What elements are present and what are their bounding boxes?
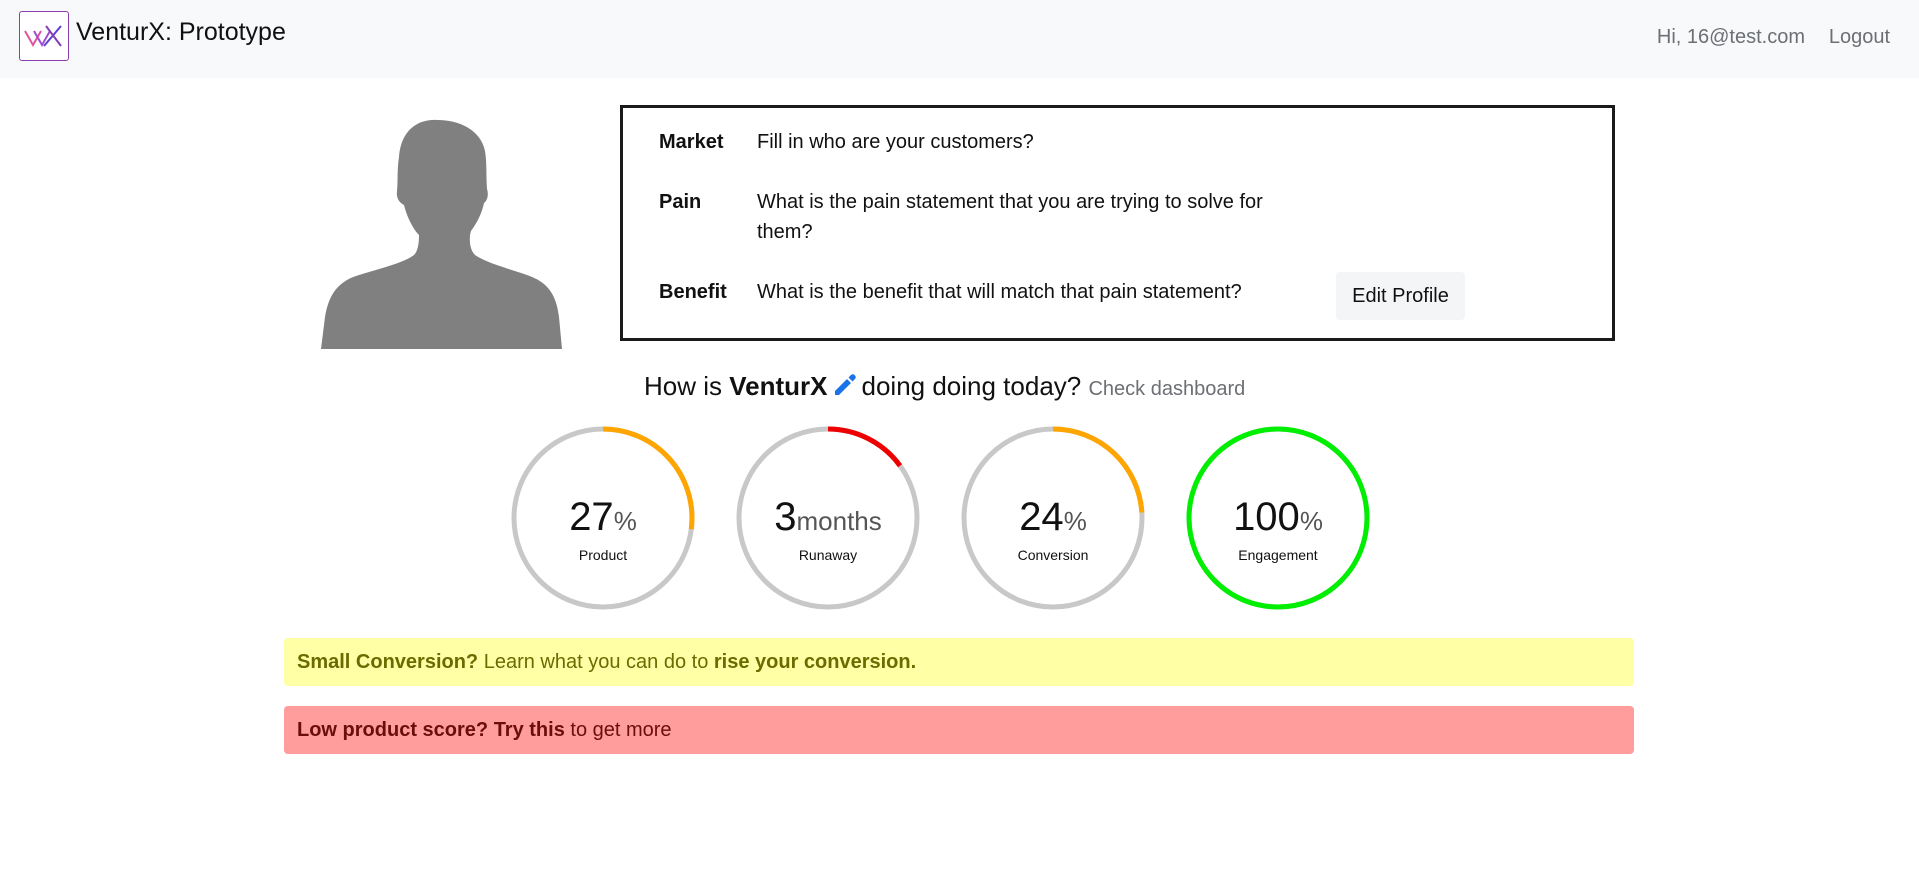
check-dashboard-link[interactable]: Check dashboard [1088,378,1245,400]
conversion-unit: % [1063,506,1087,536]
product-gauge: 27% Product [510,425,696,611]
conversion-gauge: 24% Conversion [960,425,1146,611]
venturx-logo-icon[interactable] [19,11,69,61]
product-value: 27 [569,495,614,539]
rise-conversion-link[interactable]: rise your conversion. [714,651,916,673]
product-unit: % [613,506,637,536]
pain-label: Pain [659,191,702,213]
logout-link[interactable]: Logout [1829,26,1890,49]
startup-profile-card: Market Fill in who are your customers? P… [620,105,1615,341]
edit-profile-button[interactable]: Edit Profile [1336,272,1465,320]
engagement-unit: % [1299,506,1323,536]
user-greeting: Hi, 16@test.com [1656,26,1805,48]
runaway-gauge: 3months Runaway [735,425,921,611]
product-score-alert: Low product score? Try this to get more [284,706,1634,754]
danger-text: to get more [564,719,672,741]
pain-text: What is the pain statement that you are … [757,191,1263,243]
brand-title[interactable]: VenturX: Prototype [76,18,286,47]
benefit-text: What is the benefit that will match that… [757,281,1242,303]
try-this-link[interactable]: Try this [494,719,565,741]
danger-strong-text: Low product score? [297,719,489,741]
warning-strong-text: Small Conversion? [297,651,479,673]
conversion-warning-alert: Small Conversion? Learn what you can do … [284,638,1634,686]
status-question: How is VenturX doing doing today? Check d… [644,371,1245,405]
market-label: Market [659,131,724,153]
navbar: VenturX: Prototype Hi, 16@test.com Logou… [0,0,1919,78]
question-suffix: doing doing today? [861,371,1082,401]
product-label: Product [578,547,628,563]
conversion-label: Conversion [1017,547,1089,563]
engagement-value: 100 [1233,495,1300,539]
person-silhouette-icon [319,117,564,349]
runaway-unit: months [796,506,882,536]
pencil-icon[interactable] [832,372,858,405]
market-text: Fill in who are your customers? [757,131,1034,153]
benefit-label: Benefit [659,281,727,303]
question-prefix: How is [644,371,723,401]
conversion-value: 24 [1019,495,1064,539]
engagement-gauge: 100% Engagement [1185,425,1371,611]
runaway-label: Runaway [798,547,858,563]
engagement-label: Engagement [1238,547,1318,563]
company-name: VenturX [729,371,828,401]
runaway-value: 3 [774,495,797,539]
warning-text: Learn what you can do to [478,651,714,673]
